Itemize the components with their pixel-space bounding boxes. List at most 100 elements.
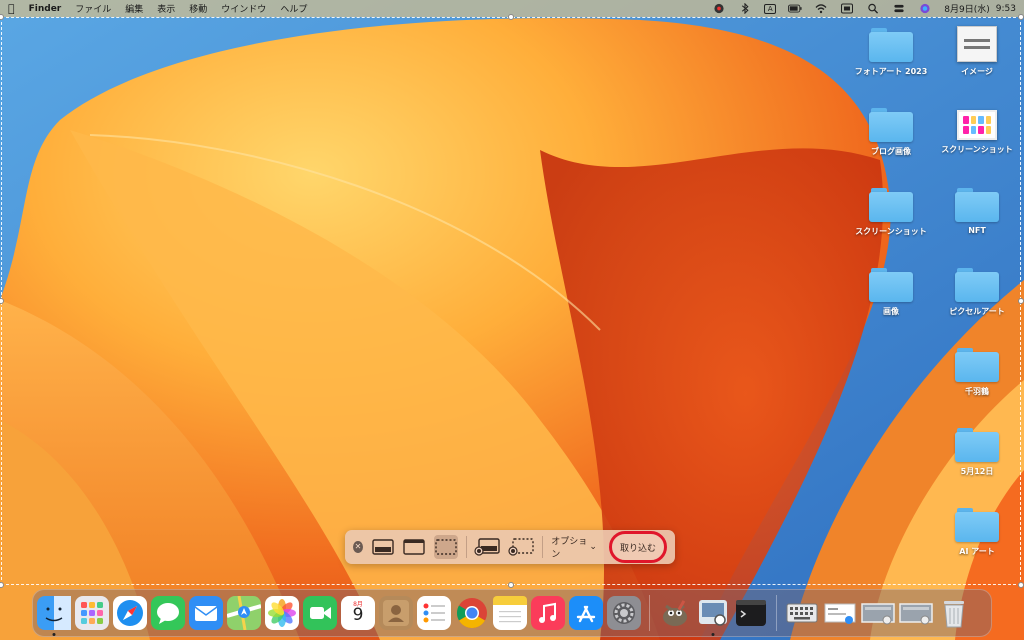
status-app-icon[interactable] (712, 3, 726, 15)
selection-handle-top[interactable] (508, 14, 514, 20)
siri-icon[interactable] (918, 3, 932, 15)
dock-safari[interactable] (113, 596, 147, 630)
desktop-folder-images[interactable]: 画像 (851, 268, 931, 317)
capture-selection-button[interactable] (434, 535, 458, 559)
contacts-icon (379, 596, 413, 630)
record-entire-screen-button[interactable] (474, 535, 501, 559)
selection-handle-top-right[interactable] (1018, 14, 1024, 20)
dock-mail[interactable] (189, 596, 223, 630)
bluetooth-icon[interactable] (738, 3, 752, 15)
close-icon[interactable]: ✕ (353, 541, 364, 553)
dock-divider (776, 595, 777, 631)
dock-divider (649, 595, 650, 631)
trash-icon (944, 601, 964, 628)
menu-app-name[interactable]: Finder (29, 4, 62, 14)
finder-icon (37, 596, 71, 630)
desktop-folder-blog-images[interactable]: ブログ画像 (851, 108, 931, 157)
desktop-file-image[interactable]: イメージ (937, 26, 1017, 77)
menubar-time[interactable]: 9:53 (996, 4, 1016, 14)
menu-help[interactable]: ヘルプ (280, 2, 307, 15)
desktop-folder-pixel-art[interactable]: ピクセルアート (937, 268, 1017, 317)
apple-menu-icon[interactable]:  (8, 3, 15, 14)
dock-messages[interactable] (151, 596, 185, 630)
dock-music[interactable] (531, 596, 565, 630)
photos-icon (265, 596, 299, 630)
desktop-folder-senbazuru[interactable]: 千羽鶴 (937, 348, 1017, 397)
desktop-folder-nft[interactable]: NFT (937, 188, 1017, 235)
dock-finder[interactable] (37, 596, 71, 636)
battery-icon[interactable] (788, 3, 802, 15)
screenshot-toolbar: ✕ オプション ⌄ 取り込む (345, 530, 675, 564)
app-store-icon (569, 596, 603, 630)
dock-maps[interactable] (227, 596, 261, 630)
document-thumbnail-icon (957, 26, 997, 62)
dock-recent-document[interactable] (823, 596, 857, 630)
capture-entire-screen-button[interactable] (371, 535, 394, 559)
chevron-down-icon: ⌄ (589, 542, 597, 552)
spotlight-search-icon[interactable] (866, 3, 880, 15)
desktop-folder-photo-art-2023[interactable]: フォトアート 2023 (851, 28, 931, 77)
gear-icon (607, 596, 641, 630)
keyboard-viewer-icon[interactable] (840, 3, 854, 15)
dock-system-settings[interactable] (607, 596, 641, 630)
dock-gimp[interactable] (658, 596, 692, 630)
menu-view[interactable]: 表示 (157, 2, 175, 15)
folder-icon (869, 28, 913, 62)
image-thumbnail-icon (957, 110, 997, 140)
preview-icon (699, 600, 727, 626)
folder-icon (955, 188, 999, 222)
desktop-folder-screenshots[interactable]: スクリーンショット (851, 188, 931, 237)
dock-contacts[interactable] (379, 596, 413, 630)
terminal-icon (736, 600, 766, 626)
dock-reminders[interactable] (417, 596, 451, 630)
facetime-icon (303, 596, 337, 630)
music-icon (531, 596, 565, 630)
chrome-icon (456, 598, 487, 629)
dock-notes[interactable] (493, 596, 527, 630)
maps-icon (227, 596, 261, 630)
selection-handle-bottom-right[interactable] (1018, 582, 1024, 588)
dock-photos[interactable] (265, 596, 299, 630)
dock-facetime[interactable] (303, 596, 337, 630)
menu-go[interactable]: 移動 (189, 2, 207, 15)
dock-calendar[interactable]: 8月 9 (341, 596, 375, 630)
dock-terminal[interactable] (734, 596, 768, 630)
safari-icon (113, 596, 147, 630)
launchpad-icon (75, 596, 109, 630)
dock-trash[interactable] (937, 596, 971, 630)
capture-window-button[interactable] (403, 535, 426, 559)
dock-recent-keyboard-viewer[interactable] (785, 596, 819, 630)
keyboard-icon (786, 603, 818, 623)
options-menu-button[interactable]: オプション ⌄ (551, 534, 597, 560)
mail-icon (189, 596, 223, 630)
desktop-folder-ai-art[interactable]: AI アート (937, 508, 1017, 557)
folder-icon (955, 428, 999, 462)
desktop-folder-may-12[interactable]: 5月12日 (937, 428, 1017, 477)
folder-icon (869, 108, 913, 142)
menu-file[interactable]: ファイル (75, 2, 111, 15)
dock-recent-screenshot-1[interactable] (861, 596, 895, 630)
selection-handle-bottom[interactable] (508, 582, 514, 588)
dock-app-store[interactable] (569, 596, 603, 630)
control-center-icon[interactable] (892, 3, 906, 15)
document-thumbnail-icon (824, 603, 856, 624)
menu-edit[interactable]: 編集 (125, 2, 143, 15)
menu-window[interactable]: ウインドウ (221, 2, 266, 15)
capture-button[interactable]: 取り込む (608, 531, 667, 563)
menubar-date[interactable]: 8月9日(水) (944, 2, 989, 15)
input-source-indicator[interactable]: A (764, 3, 777, 14)
toolbar-divider (542, 536, 544, 558)
reminders-icon (417, 596, 451, 630)
dock-recent-screenshot-2[interactable] (899, 596, 933, 630)
gimp-icon (663, 600, 687, 626)
record-selection-button[interactable] (508, 535, 535, 559)
dock: 8月 9 (32, 589, 992, 637)
dock-launchpad[interactable] (75, 596, 109, 630)
selection-handle-right[interactable] (1018, 298, 1024, 304)
notes-icon (493, 596, 527, 630)
dock-preview[interactable] (696, 596, 730, 636)
folder-icon (869, 188, 913, 222)
dock-chrome[interactable] (455, 596, 489, 630)
wifi-icon[interactable] (814, 3, 828, 15)
desktop-file-screenshot[interactable]: スクリーンショット (937, 110, 1017, 155)
